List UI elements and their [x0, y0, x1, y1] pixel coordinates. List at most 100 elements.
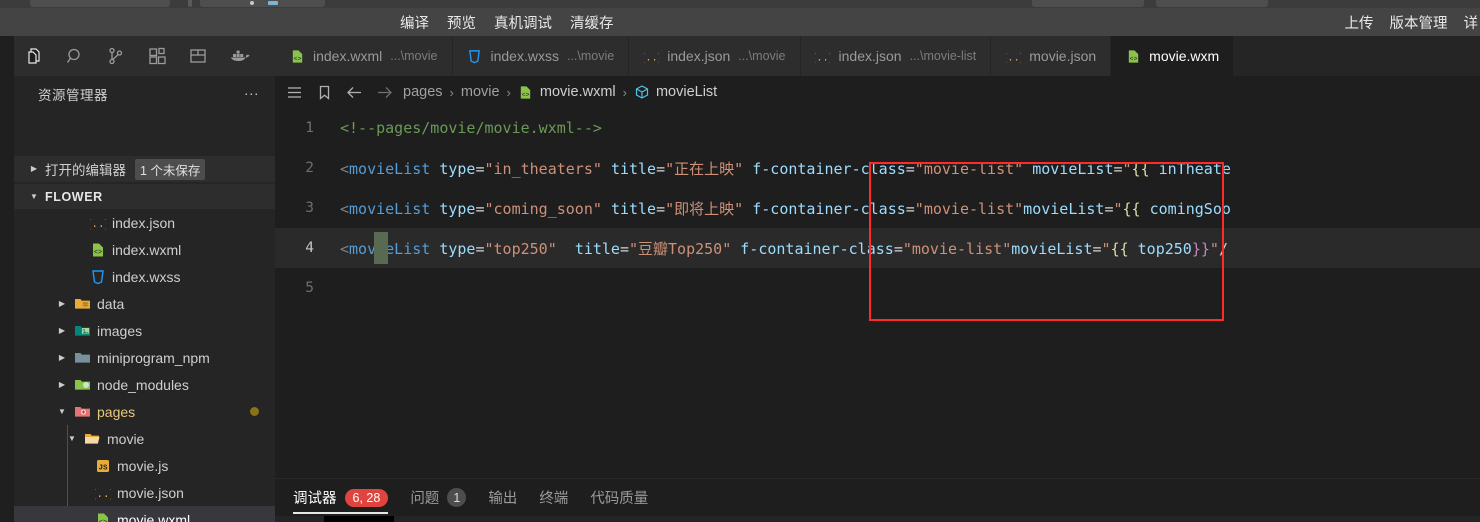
- devtools-tab-memory[interactable]: Memory: [773, 516, 859, 522]
- svg-text:<>: <>: [98, 519, 106, 522]
- editor-tab-index-wxss-movie[interactable]: index.wxss ...\movie: [452, 36, 630, 76]
- source-control-icon[interactable]: [106, 45, 126, 67]
- value-token: movie-list: [911, 239, 1003, 258]
- devtools-tab-security[interactable]: Security: [1034, 516, 1120, 522]
- devtools-tab-wxml[interactable]: Wxml: [324, 516, 395, 522]
- tree-item-miniprogram-npm[interactable]: ▶ miniprogram_npm: [14, 344, 275, 371]
- tree-item-pages[interactable]: ▼ pages: [14, 398, 275, 425]
- devtools-tab-sources[interactable]: Sources: [481, 516, 568, 522]
- outline-icon[interactable]: [283, 81, 305, 103]
- devtools-tab-network[interactable]: Network: [569, 516, 656, 522]
- open-editors-section[interactable]: ▶ 打开的编辑器 1 个未保存: [14, 156, 275, 182]
- folder-node-icon: [74, 376, 91, 393]
- breadcrumb-separator: ›: [506, 84, 511, 100]
- breadcrumb-item-movie-wxml[interactable]: <> movie.wxml: [518, 84, 616, 100]
- wxss-file-icon: [467, 48, 483, 64]
- tree-item-index-wxml[interactable]: <> index.wxml: [14, 236, 275, 263]
- clear-cache-button[interactable]: 清缓存: [570, 12, 614, 33]
- compile-button[interactable]: 编译: [400, 12, 429, 33]
- folder-pages-icon: [74, 403, 91, 420]
- tree-item-movie-js[interactable]: JS movie.js: [14, 452, 275, 479]
- editor-tab-movie-json[interactable]: {..} movie.json: [991, 36, 1112, 76]
- panel-tab-label: 调试器: [293, 491, 337, 507]
- breadcrumb-item-pages[interactable]: pages: [403, 84, 443, 100]
- panel-tab-code-quality[interactable]: 代码质量: [590, 479, 648, 517]
- editor-tab-movie-wxml[interactable]: <> movie.wxm: [1111, 36, 1235, 76]
- fragment-dot: [250, 1, 254, 5]
- value-token: top250: [493, 239, 548, 258]
- devtools-more-button[interactable]: »: [1344, 516, 1381, 522]
- real-device-debug-button[interactable]: 真机调试: [494, 12, 552, 33]
- panel-tab-problems[interactable]: 问题 1: [410, 479, 467, 517]
- code-line-2[interactable]: 2 <movieList type="in_theaters" title="正…: [275, 148, 1480, 188]
- workspace-root-row[interactable]: ▼ FLOWER: [14, 184, 275, 209]
- code-editor[interactable]: 1 <!--pages/movie/movie.wxml--> 2 <movie…: [275, 108, 1480, 478]
- editor-tab-name: movie.json: [1029, 48, 1097, 64]
- js-file-icon: JS: [94, 457, 111, 474]
- explorer-icon[interactable]: [24, 45, 44, 67]
- comment-token: <!--pages/movie/movie.wxml-->: [340, 119, 602, 137]
- chevron-right-icon: ▶: [58, 379, 66, 389]
- code-line-5[interactable]: 5: [275, 268, 1480, 308]
- wxml-file-icon: <>: [89, 241, 106, 258]
- docker-icon[interactable]: [229, 45, 251, 67]
- panel-tab-terminal[interactable]: 终端: [539, 479, 568, 517]
- file-tree: {..} index.json <> index.wxml index.wxss: [14, 209, 275, 522]
- devtools-tab-console[interactable]: Console: [394, 516, 481, 522]
- back-arrow-icon[interactable]: [343, 81, 365, 103]
- tree-item-node-modules[interactable]: ▶ node_modules: [14, 371, 275, 398]
- version-manage-button[interactable]: 版本管理: [1390, 12, 1448, 33]
- code-line-3[interactable]: 3 <movieList type="coming_soon" title="即…: [275, 188, 1480, 228]
- tree-item-data[interactable]: ▶ data: [14, 290, 275, 317]
- details-button[interactable]: 详: [1464, 12, 1479, 33]
- editor-tab-index-json-movie-list[interactable]: {..} index.json ...\movie-list: [800, 36, 992, 76]
- breadcrumb-item-movielist[interactable]: movieList: [634, 84, 717, 100]
- fragment-bar-3: [200, 0, 325, 7]
- tree-item-images[interactable]: ▶ images: [14, 317, 275, 344]
- editor-tab-index-json-movie[interactable]: {..} index.json ...\movie: [629, 36, 801, 76]
- tag-token: movieList: [349, 199, 431, 218]
- panel-tab-label: 输出: [488, 491, 518, 507]
- forward-arrow-icon[interactable]: [373, 81, 395, 103]
- tree-item-movie-folder[interactable]: ▼ movie: [14, 425, 275, 452]
- svg-text:JS: JS: [98, 464, 108, 472]
- tree-item-index-wxss[interactable]: index.wxss: [14, 263, 275, 290]
- symbol-cube-icon: [634, 84, 650, 100]
- layout-icon[interactable]: [188, 45, 208, 67]
- sidebar-title: 资源管理器: [38, 87, 108, 103]
- panel-tab-label: 代码质量: [590, 491, 649, 507]
- code-text: <movieList type="top250" title="豆瓣Top250…: [340, 239, 1228, 258]
- devtools-tab-appdata[interactable]: AppData: [859, 516, 949, 522]
- breadcrumb-item-movie[interactable]: movie: [461, 84, 500, 100]
- bookmark-icon[interactable]: [313, 81, 335, 103]
- svg-text:{..}: {..}: [815, 52, 830, 64]
- search-icon[interactable]: [65, 45, 85, 67]
- code-line-4[interactable]: 4 <movieList type="top250" title="豆瓣Top2…: [275, 228, 1480, 268]
- devtools-tab-performance[interactable]: Performance: [656, 516, 773, 522]
- value-token: movie-list: [923, 199, 1015, 218]
- tree-item-label: miniprogram_npm: [97, 349, 210, 366]
- fragment-dot-2: [268, 1, 278, 5]
- upload-button[interactable]: 上传: [1345, 12, 1374, 33]
- extensions-icon[interactable]: [147, 45, 167, 67]
- svg-text:<>: <>: [93, 249, 101, 257]
- tree-item-movie-json[interactable]: {..} movie.json: [14, 479, 275, 506]
- code-line-1[interactable]: 1 <!--pages/movie/movie.wxml-->: [275, 108, 1480, 148]
- attr-token: f-container-class: [740, 239, 894, 258]
- editor-tab-bar: <> index.wxml ...\movie index.wxss ...\m…: [275, 36, 1480, 76]
- panel-tab-output[interactable]: 输出: [488, 479, 517, 517]
- tree-item-movie-wxml[interactable]: <> movie.wxml: [14, 506, 275, 522]
- devtools-tab-sensor[interactable]: Sensor: [1121, 516, 1201, 522]
- sidebar-more-icon[interactable]: ···: [244, 86, 259, 100]
- panel-tab-debugger[interactable]: 调试器 6, 28: [293, 479, 389, 517]
- svg-text:{..}: {..}: [1006, 52, 1021, 64]
- tree-item-label: movie.json: [117, 484, 184, 501]
- devtools-tab-audits[interactable]: Audits: [1269, 516, 1343, 522]
- editor-tab-index-wxml-movie[interactable]: <> index.wxml ...\movie: [275, 36, 453, 76]
- preview-button[interactable]: 预览: [447, 12, 476, 33]
- tree-item-index-json[interactable]: {..} index.json: [14, 209, 275, 236]
- wxss-file-icon: [89, 268, 106, 285]
- attr-token: title: [574, 239, 620, 258]
- devtools-tab-mock[interactable]: Mock: [1201, 516, 1270, 522]
- devtools-tab-storage[interactable]: Storage: [950, 516, 1035, 522]
